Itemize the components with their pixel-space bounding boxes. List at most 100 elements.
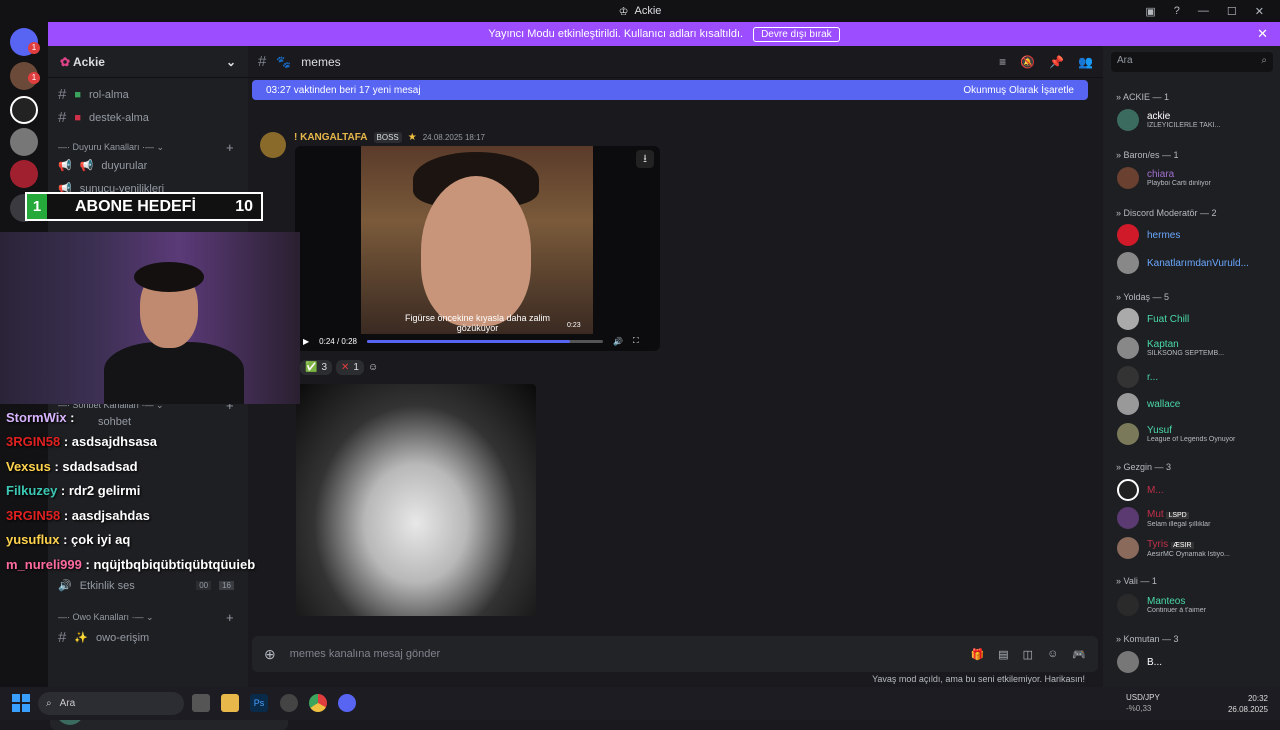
mute-bell-icon[interactable]: 🔕 [1020, 55, 1035, 69]
reaction-count: 3 [321, 362, 328, 373]
minimize-button[interactable]: — [1198, 5, 1209, 17]
maximize-button[interactable]: ☐ [1227, 5, 1237, 18]
search-input[interactable]: Ara ⌕ [1111, 52, 1273, 72]
forex-widget[interactable]: USD/JPY -%0,33 [1126, 692, 1160, 714]
avatar [1117, 651, 1139, 673]
server-header[interactable]: ✿ Ackie ⌄ [48, 46, 248, 78]
member-ackie[interactable]: ackie İZLEYİCİLERLE TAKI... [1117, 108, 1275, 132]
video-seek-bar[interactable] [366, 339, 603, 343]
member-kanat[interactable]: KanatlarımdanVuruld... [1117, 251, 1275, 275]
chat-message: : rdr2 gelirmi [60, 483, 141, 498]
member-wallace[interactable]: wallace [1117, 392, 1275, 416]
avatar[interactable] [260, 132, 286, 158]
help-icon[interactable]: ? [1174, 5, 1180, 17]
play-icon[interactable]: ▶ [303, 337, 309, 346]
author-name[interactable]: ! KANGALTAFA [294, 132, 368, 143]
member-hermes[interactable]: hermes [1117, 223, 1275, 247]
member-status: SILKSONG SEPTEMB... [1147, 350, 1225, 357]
member-status: AesirMC Oynamak İstiyo... [1147, 550, 1230, 558]
close-window-button[interactable]: ✕ [1255, 5, 1264, 18]
member-b[interactable]: B... [1117, 650, 1275, 674]
reaction-cross[interactable]: ✕ 1 [336, 360, 364, 375]
member-m[interactable]: M... [1117, 478, 1275, 502]
video-time: 0:24 / 0:28 [319, 336, 357, 346]
avatar [1117, 537, 1139, 559]
notification-badge: 1 [28, 42, 40, 54]
pin-icon[interactable]: 📌 [1049, 55, 1064, 69]
channel-label: duyurular [101, 159, 148, 172]
channel-duyurular[interactable]: 📢 📢 duyurular [58, 159, 148, 173]
member-manteos[interactable]: Manteos Continuer à t'aimer [1117, 593, 1275, 617]
add-reaction-icon[interactable]: ☺ [368, 362, 378, 373]
sticker-icon[interactable]: ◫ [1023, 648, 1033, 661]
member-yusuf[interactable]: Yusuf League of Legends Oynuyor [1117, 422, 1275, 446]
discord-icon[interactable] [338, 694, 356, 712]
member-tyris[interactable]: Tyris ÆSIR AesirMC Oynamak İstiyo... [1117, 536, 1275, 560]
member-r[interactable]: r... [1117, 365, 1275, 389]
channel-etkinlik[interactable]: 🔊 Etkinlik ses 00 16 [58, 579, 234, 592]
chat-username: StormWix [6, 410, 71, 425]
add-channel-icon[interactable]: + [226, 140, 234, 155]
member-status: Continuer à t'aimer [1147, 607, 1206, 614]
windows-start-icon[interactable] [12, 694, 30, 712]
task-view-icon[interactable] [192, 694, 210, 712]
channel-destek-alma[interactable]: # ■ destek-alma [58, 109, 149, 126]
file-explorer-icon[interactable] [221, 694, 239, 712]
member-kaptan[interactable]: Kaptan SILKSONG SEPTEMB... [1117, 336, 1275, 360]
reaction-check[interactable]: ✅ 3 [300, 360, 333, 375]
sparkle-icon: ✨ [74, 632, 89, 644]
add-channel-icon[interactable]: + [226, 610, 234, 625]
new-messages-text: 03:27 vaktinden beri 17 yeni mesaj [266, 84, 421, 96]
volume-icon[interactable]: 🔊 [613, 337, 623, 346]
gift-icon[interactable]: 🎁 [971, 648, 985, 661]
gif-icon[interactable]: ▤ [998, 648, 1008, 661]
member-chiara[interactable]: chiara Playboi Carti dinliyor [1117, 166, 1275, 190]
server-icon[interactable] [10, 96, 38, 124]
image-attachment[interactable] [296, 384, 536, 616]
member-name: r... [1147, 371, 1159, 383]
subscriber-goal: 1 ABONE HEDEFİ 10 [25, 192, 263, 221]
chrome-icon[interactable] [309, 694, 327, 712]
video-player[interactable]: ⭳ Figürse öncekine kıyasla daha zalim gö… [295, 146, 660, 351]
disable-streamer-button[interactable]: Devre dışı bırak [753, 26, 840, 42]
clock-date: 26.08.2025 [1227, 705, 1268, 714]
member-mut[interactable]: Mut LSPD Selam illegal şıllıklar [1117, 506, 1275, 530]
red-icon: 📢 [79, 160, 94, 172]
chat-username: Filkuzey [6, 483, 61, 498]
photoshop-icon[interactable]: Ps [250, 694, 268, 712]
add-attachment-icon[interactable]: ⊕ [264, 646, 276, 663]
server-name: Ackie [72, 54, 105, 69]
game-controller-icon[interactable]: 🎮 [1072, 648, 1086, 661]
message-date: 24.08.2025 18:17 [422, 133, 485, 142]
app-icon[interactable] [280, 694, 298, 712]
taskbar-search[interactable]: ⌕ Ara [38, 692, 184, 715]
channel-label: Etkinlik ses [79, 579, 135, 592]
message-composer[interactable]: ⊕ memes kanalına mesaj gönder 🎁 ▤ ◫ ☺ 🎮 [252, 636, 1098, 672]
threads-icon[interactable]: ≡ [999, 55, 1006, 69]
fullscreen-icon[interactable]: ⛶ [633, 336, 639, 346]
mark-read-button[interactable]: Okunmuş Olarak İşaretle [963, 85, 1074, 96]
member-category: » Yoldaş — 5 [1116, 292, 1170, 302]
channel-sohbet[interactable]: sohbet [98, 416, 131, 428]
chat-line: 3RGIN58 : aasdjsahdas [6, 508, 150, 523]
inbox-icon[interactable]: ▣ [1145, 5, 1155, 18]
clock[interactable]: 20:32 26.08.2025 [1228, 693, 1268, 715]
channel-owo[interactable]: # ✨ owo-erişim [58, 629, 149, 646]
member-tag: LSPD [1166, 511, 1189, 519]
server-icon[interactable] [10, 160, 38, 188]
new-messages-bar[interactable]: 03:27 vaktinden beri 17 yeni mesaj Okunm… [252, 80, 1088, 100]
banner-close-icon[interactable]: ✕ [1257, 26, 1268, 42]
download-icon[interactable]: ⭳ [636, 150, 654, 168]
member-category: » Vali — 1 [1116, 576, 1157, 586]
members-icon[interactable]: 👥 [1078, 55, 1093, 69]
category-owo[interactable]: —· Owo Kanalları ·— ⌄ + [58, 610, 238, 625]
speaker-icon: 🔊 [58, 580, 72, 592]
category-duyuru[interactable]: —· Duyuru Kanalları ·— ⌄ + [58, 140, 238, 155]
emoji-icon[interactable]: ☺ [1047, 648, 1058, 661]
server-icon[interactable] [10, 128, 38, 156]
message-input[interactable]: memes kanalına mesaj gönder [290, 648, 440, 660]
member-fuat[interactable]: Fuat Chill [1117, 307, 1275, 331]
channel-rol-alma[interactable]: # ■ rol-alma [58, 86, 129, 103]
chat-line: Filkuzey : rdr2 gelirmi [6, 483, 140, 498]
chat-line: yusuflux : çok iyi aq [6, 532, 130, 547]
